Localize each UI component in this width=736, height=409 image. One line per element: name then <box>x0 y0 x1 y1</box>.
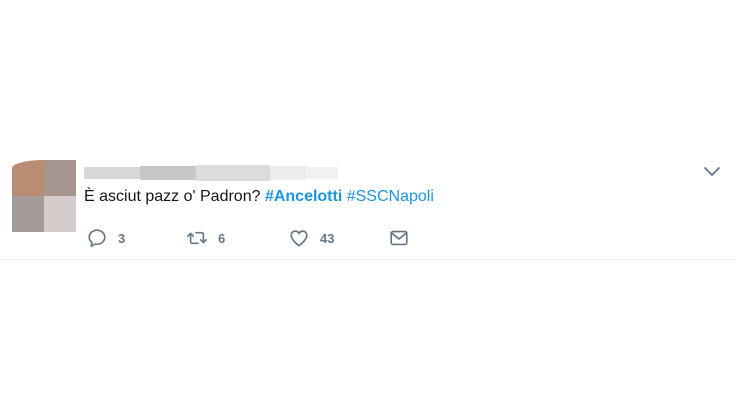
direct-message-button[interactable] <box>388 226 410 250</box>
reply-bubble-icon <box>88 229 106 248</box>
tweet-divider <box>0 259 736 260</box>
tweet-menu-button[interactable] <box>702 164 722 180</box>
tweet-text: È asciut pazz o' Padron? #Ancelotti #SSC… <box>84 186 434 208</box>
retweet-button[interactable]: 6 <box>186 226 225 250</box>
reply-count: 3 <box>118 230 126 246</box>
avatar-blur-block <box>12 160 44 196</box>
retweet-icon <box>187 231 207 245</box>
like-button[interactable]: 43 <box>288 226 334 250</box>
chevron-down-icon <box>704 167 720 176</box>
redaction-block <box>140 166 196 180</box>
avatar-blur-block <box>12 196 44 232</box>
hashtag-link[interactable]: #SSCNapoli <box>347 188 434 205</box>
redaction-block <box>196 165 270 181</box>
hashtag-link[interactable]: #Ancelotti <box>265 188 342 205</box>
author-name-redacted[interactable] <box>84 163 338 183</box>
page: È asciut pazz o' Padron? #Ancelotti #SSC… <box>0 0 736 409</box>
heart-icon <box>290 230 308 247</box>
redaction-block <box>84 167 140 179</box>
avatar[interactable] <box>12 160 76 232</box>
tweet[interactable]: È asciut pazz o' Padron? #Ancelotti #SSC… <box>0 0 736 262</box>
like-count: 43 <box>320 230 335 246</box>
redaction-block <box>270 166 306 180</box>
avatar-blur-block <box>44 160 76 196</box>
redaction-block <box>306 167 338 179</box>
tweet-text-body: È asciut pazz o' Padron? <box>84 188 265 205</box>
retweet-count: 6 <box>218 230 226 246</box>
reply-button[interactable]: 3 <box>86 226 125 250</box>
avatar-blur-block <box>44 196 76 232</box>
tweet-actions: 3 6 43 <box>86 226 426 250</box>
envelope-icon <box>390 230 408 246</box>
